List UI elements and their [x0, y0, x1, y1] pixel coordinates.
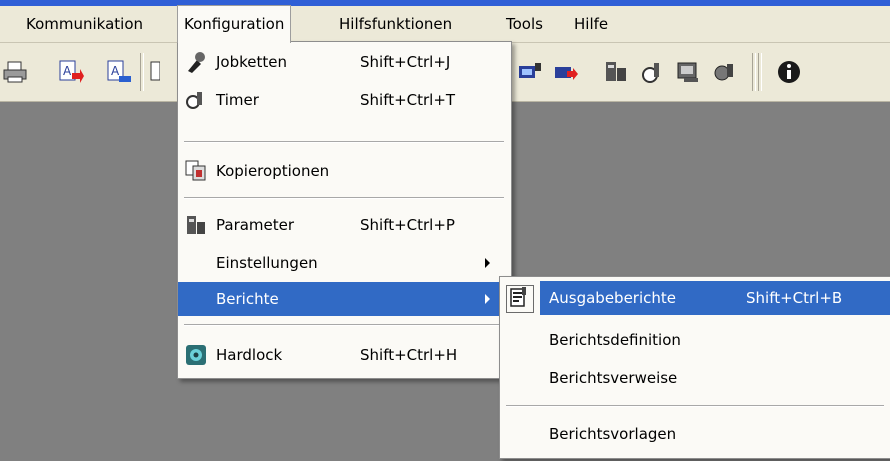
report-icon	[506, 285, 534, 313]
menu-item-label: Berichtsverweise	[549, 369, 678, 387]
menu-tools[interactable]: Tools	[500, 6, 549, 42]
menu-item-timer[interactable]: Timer Shift+Ctrl+T	[178, 83, 511, 117]
menu-item-shortcut: Shift+Ctrl+H	[360, 346, 458, 364]
menu-item-shortcut: Shift+Ctrl+B	[746, 289, 843, 307]
submenu-arrow-icon	[485, 294, 490, 304]
svg-text:A: A	[111, 64, 120, 78]
menu-item-hardlock[interactable]: Hardlock Shift+Ctrl+H	[178, 338, 511, 372]
toolbar-separator	[752, 53, 756, 91]
menu-item-berichte[interactable]: Berichte	[178, 282, 511, 316]
svg-text:A: A	[63, 64, 72, 78]
menu-item-label: Jobketten	[216, 53, 288, 71]
info-icon[interactable]	[776, 59, 802, 85]
menu-item-ausgabeberichte[interactable]: Ausgabeberichte Shift+Ctrl+B	[500, 281, 890, 315]
menu-item-shortcut: Shift+Ctrl+P	[360, 216, 455, 234]
menu-item-label: Hardlock	[216, 346, 283, 364]
toolbar-separator	[140, 53, 144, 91]
report-blue-arrow-icon[interactable]: A	[106, 59, 132, 85]
menu-item-label: Einstellungen	[216, 254, 318, 272]
parameter-icon[interactable]	[603, 59, 629, 85]
menu-item-einstellungen[interactable]: Einstellungen	[178, 246, 511, 280]
menu-item-label: Berichtsvorlagen	[549, 425, 677, 443]
submenu-arrow-icon	[485, 258, 490, 268]
kopieroptionen-icon	[185, 160, 207, 182]
menu-separator	[184, 141, 504, 143]
menu-bar: Kommunikation Konfiguration Hilfsfunktio…	[0, 5, 890, 43]
menu-hilfe[interactable]: Hilfe	[568, 6, 614, 42]
menu-item-label: Berichtsdefinition	[549, 331, 681, 349]
menu-item-shortcut: Shift+Ctrl+J	[360, 53, 451, 71]
menu-item-parameter[interactable]: Parameter Shift+Ctrl+P	[178, 208, 511, 242]
transfer-red-icon[interactable]	[553, 59, 579, 85]
timer-icon	[185, 89, 207, 111]
menu-item-shortcut: Shift+Ctrl+T	[360, 91, 456, 109]
menu-kommunikation[interactable]: Kommunikation	[20, 6, 149, 42]
menu-separator	[506, 405, 884, 407]
transfer-icon[interactable]	[517, 59, 543, 85]
menu-item-berichtsverweise[interactable]: Berichtsverweise	[500, 361, 890, 395]
menu-item-label: Timer	[216, 91, 259, 109]
parameter-icon	[185, 214, 207, 236]
toolbar-separator	[758, 53, 762, 91]
konfiguration-menu: Jobketten Shift+Ctrl+J Timer Shift+Ctrl+…	[177, 41, 512, 379]
menu-separator	[184, 324, 504, 326]
timer-icon[interactable]	[640, 59, 666, 85]
job-icon[interactable]	[712, 59, 738, 85]
document-icon[interactable]	[150, 59, 160, 85]
menu-separator	[184, 197, 504, 199]
menu-item-berichtsvorlagen[interactable]: Berichtsvorlagen	[500, 417, 890, 451]
menu-item-jobketten[interactable]: Jobketten Shift+Ctrl+J	[178, 45, 511, 79]
hardlock-icon	[185, 344, 207, 366]
menu-item-kopieroptionen[interactable]: Kopieroptionen	[178, 154, 511, 188]
menu-item-label: Parameter	[216, 216, 295, 234]
jobketten-icon	[185, 51, 207, 73]
printer-icon[interactable]	[2, 59, 28, 85]
settings-icon[interactable]	[676, 59, 702, 85]
menu-item-label: Berichte	[216, 290, 279, 308]
report-red-arrow-icon[interactable]: A	[58, 59, 84, 85]
menu-item-label: Ausgabeberichte	[549, 289, 676, 307]
menu-item-label: Kopieroptionen	[216, 162, 330, 180]
berichte-submenu: Ausgabeberichte Shift+Ctrl+B Berichtsdef…	[499, 276, 890, 459]
menu-item-berichtsdefinition[interactable]: Berichtsdefinition	[500, 323, 890, 357]
menu-konfiguration[interactable]: Konfiguration	[177, 5, 292, 43]
menu-hilfsfunktionen[interactable]: Hilfsfunktionen	[333, 6, 458, 42]
